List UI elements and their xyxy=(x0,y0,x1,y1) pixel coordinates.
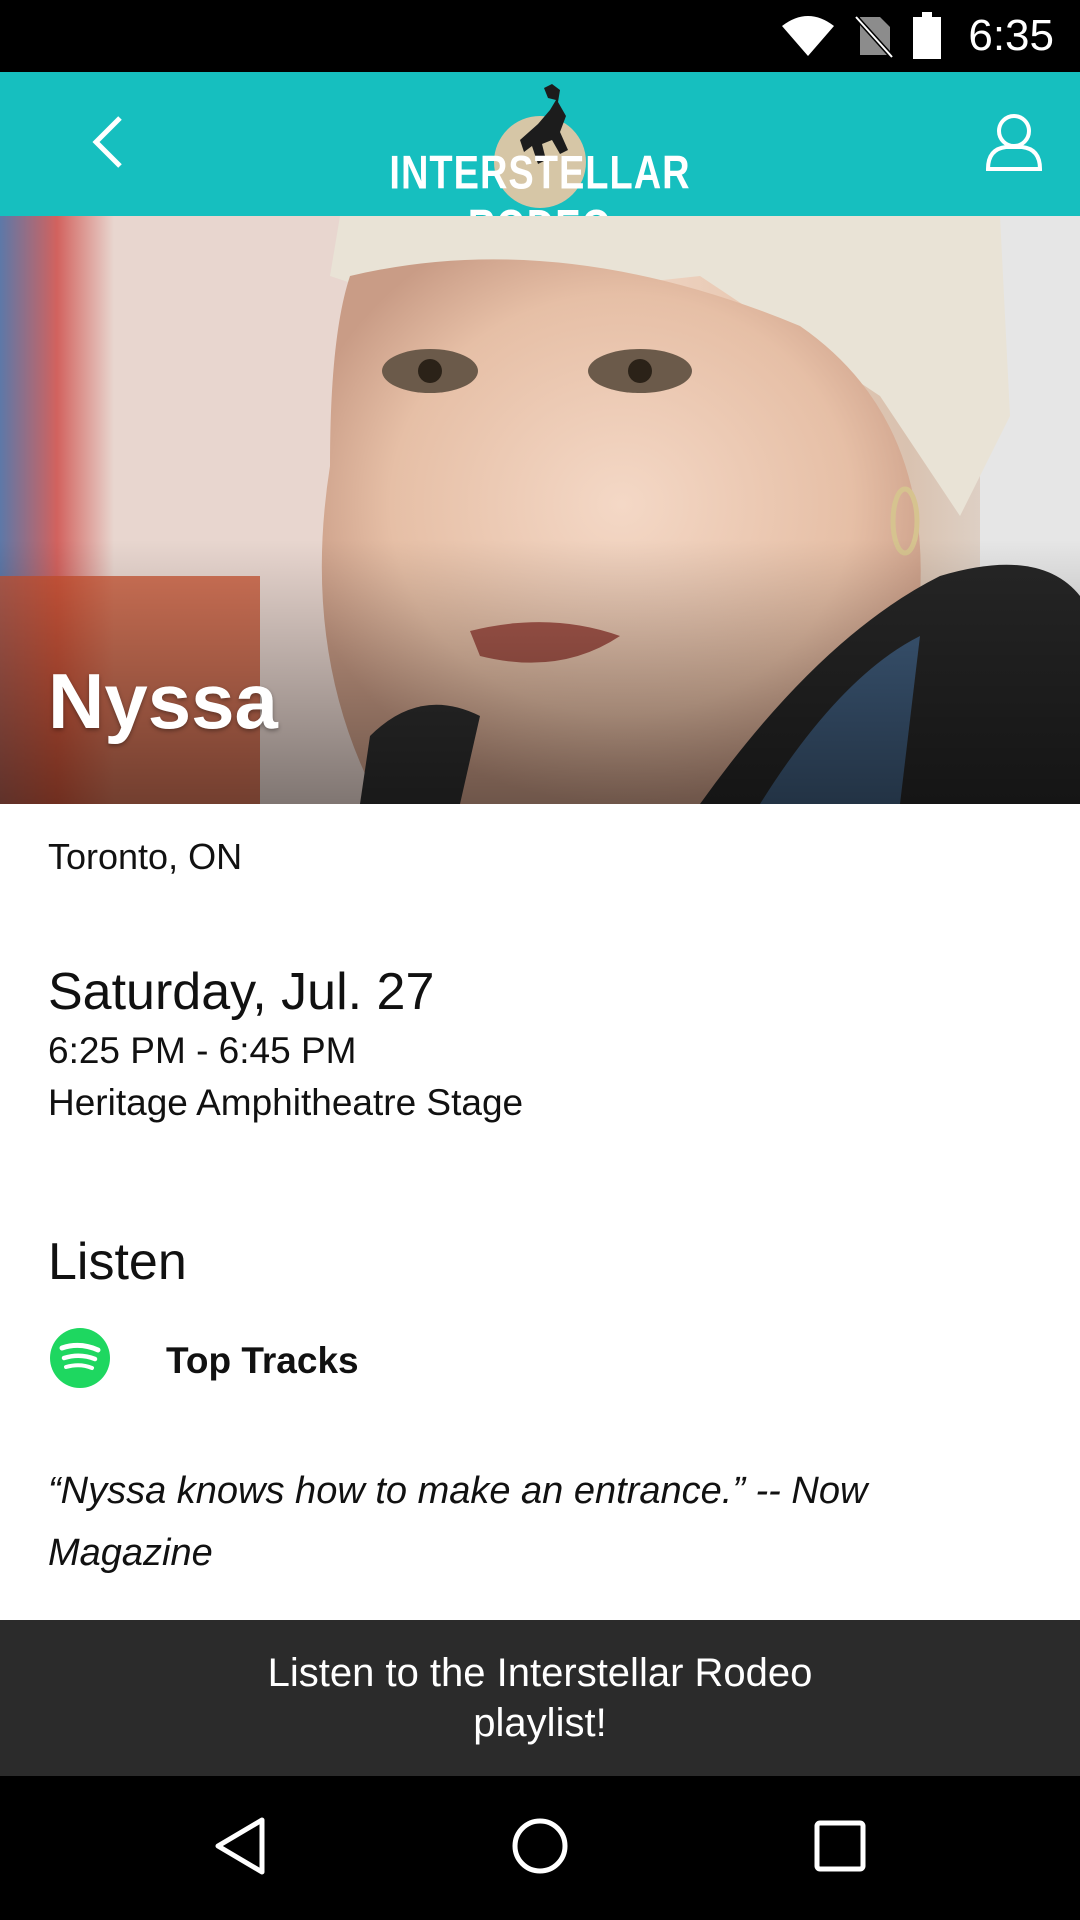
artist-name: Nyssa xyxy=(48,657,278,745)
back-button[interactable] xyxy=(72,108,144,180)
artist-location: Toronto, ON xyxy=(48,836,243,877)
profile-button[interactable] xyxy=(978,108,1050,180)
no-sim-icon xyxy=(854,13,895,59)
press-quote: “Nyssa knows how to make an entrance.” -… xyxy=(48,1470,868,1574)
playlist-banner-label: Listen to the Interstellar Rodeo playlis… xyxy=(267,1651,813,1745)
battery-icon xyxy=(912,12,942,60)
app-header: Interstellar Rodeo xyxy=(0,72,1080,254)
listen-heading: Listen xyxy=(48,1233,187,1291)
artist-photo: Nyssa xyxy=(0,216,1080,804)
chevron-left-icon xyxy=(88,114,128,175)
nav-home-button[interactable] xyxy=(504,1812,576,1884)
spotify-top-tracks-link[interactable]: Top Tracks xyxy=(48,1324,648,1396)
status-bar: 6:35 xyxy=(0,0,1080,72)
home-circle-icon xyxy=(510,1816,570,1881)
performance-time: 6:25 PM - 6:45 PM xyxy=(48,1030,357,1071)
nav-recents-button[interactable] xyxy=(804,1812,876,1884)
status-time: 6:35 xyxy=(968,11,1054,60)
wifi-icon xyxy=(780,14,836,58)
user-icon xyxy=(984,111,1044,178)
recents-square-icon xyxy=(812,1818,868,1879)
spotify-icon xyxy=(48,1326,112,1395)
app-logo: Interstellar Rodeo xyxy=(380,80,700,254)
nav-back-button[interactable] xyxy=(204,1812,276,1884)
screen: 6:35 Interstellar Rodeo xyxy=(0,0,1080,1920)
playlist-banner-button[interactable]: Listen to the Interstellar Rodeo playlis… xyxy=(0,1620,1080,1776)
spotify-label: Top Tracks xyxy=(166,1340,359,1381)
back-triangle-icon xyxy=(212,1816,268,1881)
performance-date: Saturday, Jul. 27 xyxy=(48,963,435,1021)
system-nav-bar xyxy=(0,1776,1080,1920)
performance-stage: Heritage Amphitheatre Stage xyxy=(48,1082,524,1123)
